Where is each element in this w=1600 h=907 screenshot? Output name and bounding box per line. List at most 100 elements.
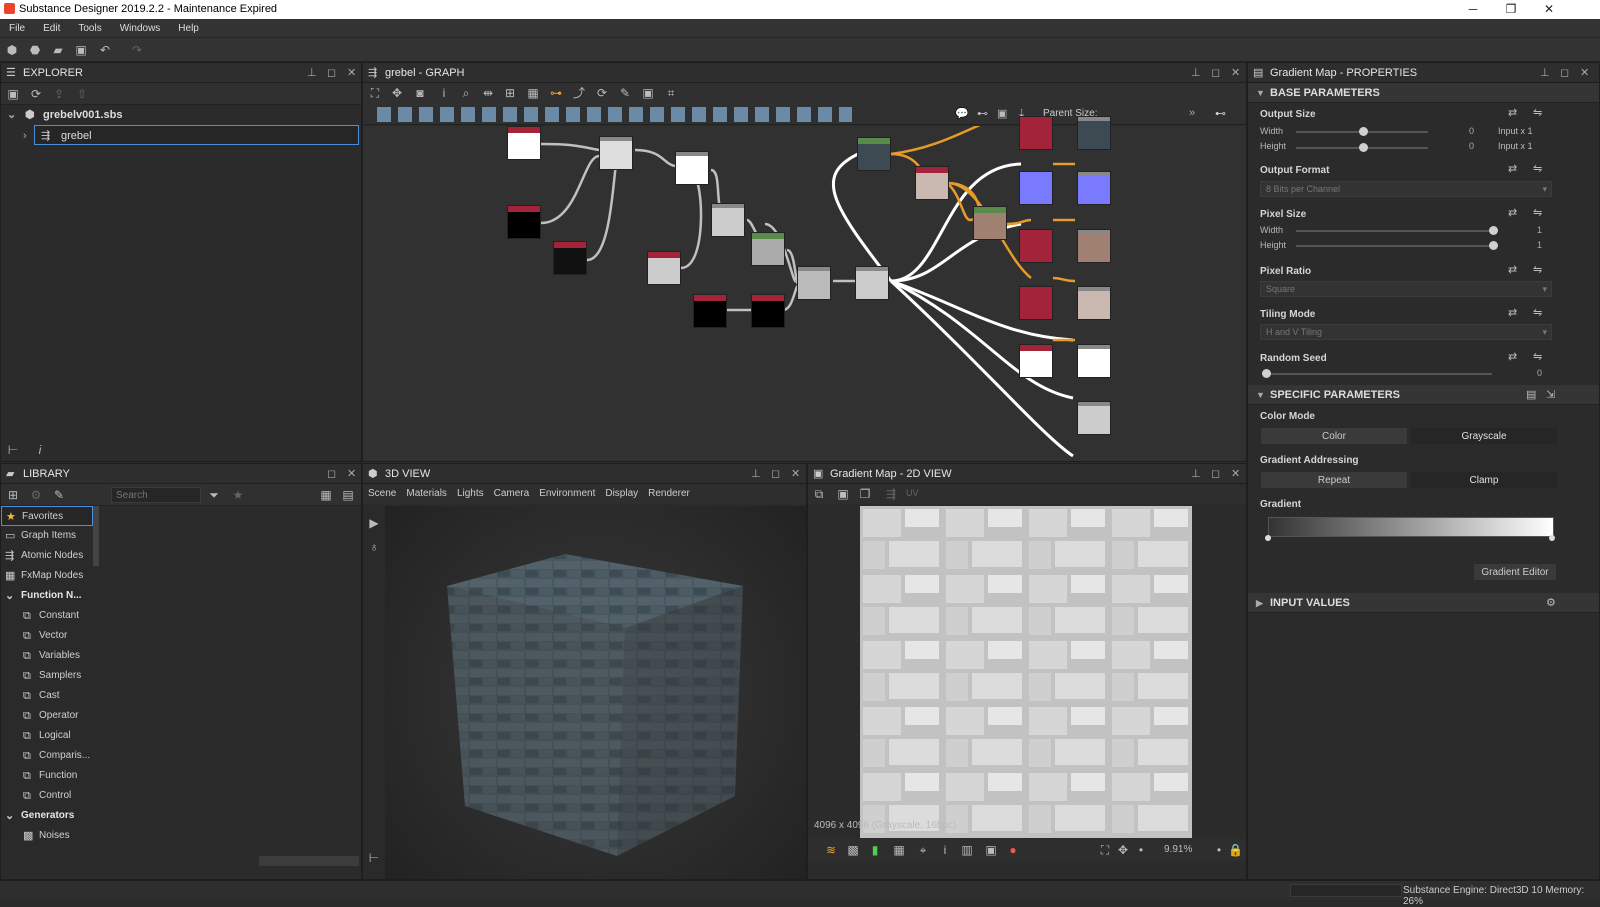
graph-canvas[interactable]: [363, 116, 1246, 461]
frame-node-icon[interactable]: ▣: [997, 107, 1007, 120]
3d-viewport[interactable]: [385, 506, 806, 879]
3d-menu-camera[interactable]: Camera: [489, 484, 535, 504]
zoom-dot-icon[interactable]: •: [1134, 843, 1148, 857]
input-values-section[interactable]: ▶ INPUT VALUES ⚙: [1248, 593, 1599, 613]
graph-pin-icon[interactable]: ⊥: [1191, 63, 1201, 83]
rotate-icon[interactable]: ⟳: [595, 86, 609, 100]
color-wheel-icon[interactable]: ●: [1006, 843, 1020, 857]
library-settings-icon[interactable]: ⚙: [29, 488, 43, 502]
favorite-filter-icon[interactable]: ★: [231, 488, 245, 502]
2d-pin-icon[interactable]: ⊥: [1191, 464, 1201, 484]
gradient-preview[interactable]: [1268, 517, 1554, 537]
new-package-icon[interactable]: ⬢: [5, 43, 19, 57]
graph-node[interactable]: [1077, 286, 1111, 320]
pan-2d-icon[interactable]: ✥: [1116, 843, 1130, 857]
graph-link-icon[interactable]: ⊷: [1215, 107, 1226, 120]
save-icon[interactable]: ▣: [74, 43, 88, 57]
close-window-button[interactable]: ✕: [1534, 1, 1564, 18]
graph-node[interactable]: [1077, 171, 1111, 205]
library-item-graph-items[interactable]: ▭ Graph Items: [1, 526, 93, 546]
graph-node[interactable]: [507, 205, 541, 239]
open-icon[interactable]: ▰: [51, 43, 65, 57]
gradient-stop-handle[interactable]: [1549, 535, 1555, 541]
graph-node[interactable]: [1077, 344, 1111, 378]
output-width-value[interactable]: 0: [1444, 126, 1474, 136]
package-row[interactable]: ⌄ ⬢ grebelv001.sbs: [1, 105, 361, 125]
export-icon[interactable]: ⇪: [52, 87, 66, 101]
zoom-reset-icon[interactable]: •: [1212, 843, 1226, 857]
uv-dropdown[interactable]: UV: [906, 488, 919, 498]
video-camera-icon[interactable]: ▶: [367, 516, 381, 530]
publish-icon[interactable]: ⇧: [75, 87, 89, 101]
prop-close-icon[interactable]: ✕: [1580, 63, 1589, 83]
graph-node[interactable]: [553, 241, 587, 275]
slider-knob[interactable]: [1359, 143, 1368, 152]
slider-knob[interactable]: [1489, 241, 1498, 250]
library-item-noises[interactable]: ▩ Noises: [1, 826, 93, 846]
frame-icon[interactable]: ⛶: [368, 86, 382, 100]
slider-knob[interactable]: [1262, 369, 1271, 378]
gradient-editor-button[interactable]: Gradient Editor: [1473, 563, 1557, 581]
addressing-repeat-button[interactable]: Repeat: [1260, 471, 1408, 489]
prop-pin-icon[interactable]: ⊥: [1540, 63, 1550, 83]
base-parameters-section[interactable]: ▼ BASE PARAMETERS: [1248, 83, 1599, 103]
info-icon[interactable]: i: [33, 443, 47, 457]
settings-icon[interactable]: ⚙: [1546, 593, 1556, 613]
filter-icon[interactable]: ⏷: [207, 488, 221, 502]
pixel-width-slider[interactable]: [1296, 226, 1498, 235]
crop-icon[interactable]: ⌗: [664, 86, 678, 100]
random-seed-slider[interactable]: [1262, 369, 1492, 378]
wrench-icon[interactable]: ✎: [618, 86, 632, 100]
zoom-level[interactable]: 9.91%: [1164, 844, 1192, 855]
library-item-atomic-nodes[interactable]: ⇶ Atomic Nodes: [1, 546, 93, 566]
reset-param-icon[interactable]: ⇋: [1533, 263, 1542, 276]
gradient-icon[interactable]: ▮: [868, 843, 882, 857]
reset-param-icon[interactable]: ⇋: [1533, 106, 1542, 119]
prop-float-icon[interactable]: ◻: [1560, 63, 1569, 83]
expand-chevron-icon[interactable]: ⌄: [7, 105, 16, 125]
lock-icon[interactable]: 🔒: [1228, 843, 1243, 857]
grid-icon[interactable]: ▦: [526, 86, 540, 100]
output-height-mode[interactable]: Input x 1: [1498, 141, 1533, 151]
library-item-function[interactable]: ⧉ Function: [1, 766, 93, 786]
library-item-favorites[interactable]: ★ Favorites: [1, 506, 93, 526]
library-item-vector[interactable]: ⧉ Vector: [1, 626, 93, 646]
fit-icon[interactable]: ⛶: [1098, 843, 1112, 857]
graph-close-icon[interactable]: ✕: [1231, 63, 1240, 83]
library-search-input[interactable]: [111, 487, 201, 503]
add-library-icon[interactable]: ⊞: [6, 488, 20, 502]
reset-param-icon[interactable]: ⇋: [1533, 206, 1542, 219]
3d-menu-lights[interactable]: Lights: [452, 484, 489, 504]
node-palette[interactable]: [377, 107, 852, 122]
link-icon[interactable]: ⊶: [549, 86, 563, 100]
graph-node[interactable]: [855, 266, 889, 300]
graph-node[interactable]: [1077, 229, 1111, 263]
graph-node[interactable]: [1077, 401, 1111, 435]
slider-knob[interactable]: [1359, 127, 1368, 136]
layers-icon[interactable]: ≋: [824, 843, 838, 857]
float-icon[interactable]: ◻: [327, 63, 336, 83]
reset-param-icon[interactable]: ⇋: [1533, 162, 1542, 175]
reset-param-icon[interactable]: ⇋: [1533, 306, 1542, 319]
output-height-slider[interactable]: [1296, 143, 1428, 152]
addressing-clamp-button[interactable]: Clamp: [1410, 471, 1558, 489]
2d-close-icon[interactable]: ✕: [1231, 464, 1240, 484]
light-bulb-icon[interactable]: ♁: [367, 540, 381, 554]
graph-node[interactable]: [915, 166, 949, 200]
picker-icon[interactable]: ⌖: [916, 843, 930, 857]
3d-menu-renderer[interactable]: Renderer: [643, 484, 695, 504]
checker-icon[interactable]: ▩: [846, 843, 860, 857]
presets-icon[interactable]: ▤: [1526, 385, 1536, 405]
save-image-icon[interactable]: ▣: [836, 487, 850, 501]
snapshot-icon[interactable]: ▣: [641, 86, 655, 100]
library-item-control[interactable]: ⧉ Control: [1, 786, 93, 806]
close-icon[interactable]: ✕: [347, 63, 356, 83]
link-param-icon[interactable]: ⇄: [1508, 263, 1517, 276]
undo-icon[interactable]: ↶: [98, 43, 112, 57]
3d-pin-icon[interactable]: ⊥: [751, 464, 761, 484]
output-width-slider[interactable]: [1296, 127, 1428, 136]
tiling-icon[interactable]: ▦: [892, 843, 906, 857]
graph-node[interactable]: [1019, 344, 1053, 378]
library-item-samplers[interactable]: ⧉ Samplers: [1, 666, 93, 686]
reset-param-icon[interactable]: ⇋: [1533, 350, 1542, 363]
